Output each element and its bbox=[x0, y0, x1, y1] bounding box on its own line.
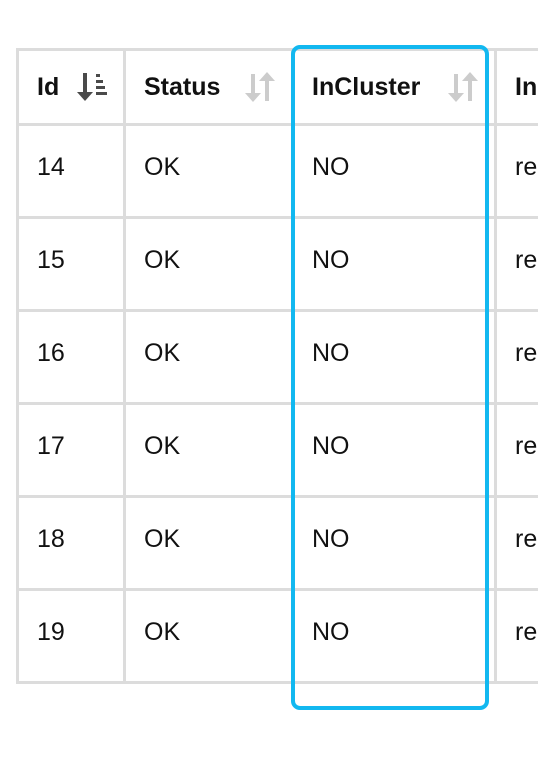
table-row[interactable]: 14 OK NO re bbox=[16, 123, 538, 219]
cell-id: 16 bbox=[16, 309, 126, 405]
cell-truncated: re bbox=[494, 402, 538, 498]
column-header-status[interactable]: Status bbox=[123, 48, 294, 126]
table-row[interactable]: 19 OK NO re bbox=[16, 588, 538, 684]
cell-status: OK bbox=[123, 495, 294, 591]
sort-arrows-icon[interactable] bbox=[245, 70, 275, 104]
cell-incluster: NO bbox=[291, 588, 497, 684]
table-row[interactable]: 15 OK NO re bbox=[16, 216, 538, 312]
cell-truncated: re bbox=[494, 216, 538, 312]
column-header-label: Status bbox=[144, 72, 221, 101]
cell-id: 18 bbox=[16, 495, 126, 591]
table-header-row: Id Status InCluster In bbox=[16, 48, 538, 126]
data-table-container: Id Status InCluster In 14 OK NO re 15 OK… bbox=[16, 48, 538, 706]
cell-truncated: re bbox=[494, 495, 538, 591]
cell-truncated: re bbox=[494, 309, 538, 405]
cell-id: 19 bbox=[16, 588, 126, 684]
column-header-label: Id bbox=[37, 72, 60, 101]
cell-incluster: NO bbox=[291, 216, 497, 312]
column-header-id[interactable]: Id bbox=[16, 48, 126, 126]
cell-status: OK bbox=[123, 123, 294, 219]
cell-id: 17 bbox=[16, 402, 126, 498]
table-row[interactable]: 18 OK NO re bbox=[16, 495, 538, 591]
cell-incluster: NO bbox=[291, 309, 497, 405]
column-header-label: In bbox=[515, 72, 538, 101]
data-table: Id Status InCluster In 14 OK NO re 15 OK… bbox=[16, 48, 538, 684]
cell-status: OK bbox=[123, 216, 294, 312]
cell-id: 14 bbox=[16, 123, 126, 219]
cell-status: OK bbox=[123, 588, 294, 684]
column-header-truncated[interactable]: In bbox=[494, 48, 538, 126]
column-header-incluster[interactable]: InCluster bbox=[291, 48, 497, 126]
cell-id: 15 bbox=[16, 216, 126, 312]
table-row[interactable]: 16 OK NO re bbox=[16, 309, 538, 405]
sort-arrows-icon[interactable] bbox=[448, 70, 478, 104]
column-header-label: InCluster bbox=[312, 72, 421, 101]
table-row[interactable]: 17 OK NO re bbox=[16, 402, 538, 498]
sort-numeric-ascending-icon[interactable] bbox=[77, 70, 107, 104]
cell-incluster: NO bbox=[291, 123, 497, 219]
cell-truncated: re bbox=[494, 588, 538, 684]
cell-incluster: NO bbox=[291, 495, 497, 591]
cell-status: OK bbox=[123, 309, 294, 405]
cell-status: OK bbox=[123, 402, 294, 498]
cell-truncated: re bbox=[494, 123, 538, 219]
cell-incluster: NO bbox=[291, 402, 497, 498]
